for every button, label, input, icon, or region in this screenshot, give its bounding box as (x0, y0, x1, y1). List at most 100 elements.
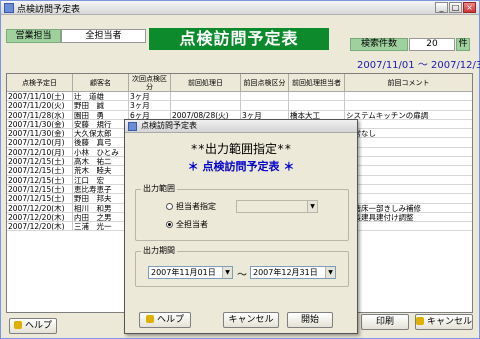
table-header: 点検予定日 顧客名 次回点検区分 前回処理日 前回点検区分 前回処理担当者 前回コメント (7, 74, 472, 92)
col-scheduled-date-cell: 2007/12/15(土) (7, 194, 73, 204)
col-customer-cell: 相川 和男 (73, 203, 129, 213)
dialog-title: 点検訪問予定表 (141, 121, 197, 130)
chevron-down-icon: ▼ (222, 267, 232, 278)
col-scheduled-date-cell: 2007/11/10(土) (7, 92, 73, 102)
col-customer-cell: 辻 道雄 (73, 92, 129, 102)
col-last-comment-cell (345, 194, 472, 204)
count-label: 検索件数 (350, 38, 408, 51)
sales-value: 全担当者 (61, 29, 146, 43)
output-range-legend: 出力範囲 (141, 183, 177, 194)
dialog-start-label: 開始 (300, 315, 319, 325)
date-to-value: 2007年12月31日 (253, 268, 318, 277)
col-last-date-header[interactable]: 前回処理日 (171, 74, 241, 92)
chevron-down-icon: ▼ (307, 201, 317, 212)
period-range: 2007/11/01 ～ 2007/12/31 (357, 60, 480, 71)
col-customer-cell: 荒木 睦夫 (73, 166, 129, 176)
col-last-staff-header[interactable]: 前回処理担当者 (289, 74, 345, 92)
radio-all[interactable]: 全担当者 (166, 219, 208, 230)
col-scheduled-date-cell: 2007/12/20(木) (7, 203, 73, 213)
range-dialog: 点検訪問予定表 **出力範囲指定** ＊ 点検訪問予定表 ＊ 出力範囲 担当者指… (124, 119, 358, 334)
col-last-date-cell (171, 101, 241, 111)
dialog-cancel-button[interactable]: キャンセル (223, 312, 279, 328)
window-title: 点検訪問予定表 (17, 5, 81, 15)
date-from-select[interactable]: 2007年11月01日 ▼ (148, 266, 233, 279)
col-customer-cell: 恵比寿恵子 (73, 184, 129, 195)
count-value: 20 (409, 38, 455, 51)
col-scheduled-date-cell: 2007/11/30(金) (7, 129, 73, 139)
dialog-start-button[interactable]: 開始 (287, 312, 333, 328)
radio-person[interactable]: 担当者指定 (166, 201, 216, 212)
col-customer-cell: 野田 誠 (73, 101, 129, 111)
dialog-heading: **出力範囲指定** (190, 142, 292, 156)
dialog-help-label: ヘルプ (156, 315, 184, 325)
col-scheduled-date-cell: 2007/12/20(木) (7, 212, 73, 223)
col-last-comment-cell: システムキッチンの扉調 (345, 111, 472, 120)
col-scheduled-date-cell: 2007/12/10(月) (7, 147, 73, 158)
radio-icon (166, 203, 173, 210)
col-last-comment-cell (345, 222, 472, 232)
radio-all-label: 全担当者 (176, 220, 208, 229)
print-button-label: 印刷 (375, 317, 394, 327)
col-customer-header[interactable]: 顧客名 (73, 74, 129, 92)
col-scheduled-date-cell: 2007/12/10(月) (7, 138, 73, 148)
col-customer-cell: 内田 之男 (73, 212, 129, 223)
col-last-comment-cell (345, 157, 472, 167)
table-row[interactable]: 2007/11/20(火) 野田 誠 3ヶ月 (7, 101, 472, 111)
close-icon[interactable]: × (463, 2, 476, 13)
col-last-comment-cell (345, 101, 472, 111)
col-next-type-cell: 3ヶ月 (129, 101, 171, 111)
col-next-type-cell: 3ヶ月 (129, 92, 171, 102)
cancel-button[interactable]: キャンセル (415, 314, 473, 330)
key-icon (145, 315, 154, 323)
col-last-comment-header[interactable]: 前回コメント (345, 74, 472, 92)
col-scheduled-date-header[interactable]: 点検予定日 (7, 74, 73, 92)
col-customer-cell: 安藤 規行 (73, 119, 129, 130)
col-last-comment-cell (345, 176, 472, 185)
date-from-value: 2007年11月01日 (151, 268, 216, 277)
dialog-subheading: ＊ 点検訪問予定表 ＊ (187, 160, 295, 173)
col-scheduled-date-cell: 2007/12/15(土) (7, 175, 73, 185)
radio-selected-icon (166, 221, 173, 228)
col-last-comment-cell: 木製建具建付け調整 (345, 213, 472, 223)
col-last-staff-cell (289, 101, 345, 111)
table-row[interactable]: 2007/11/10(土) 辻 道雄 3ヶ月 (7, 92, 472, 102)
col-scheduled-date-cell: 2007/12/15(土) (7, 184, 73, 195)
col-scheduled-date-cell: 2007/12/15(土) (7, 157, 73, 167)
date-to-select[interactable]: 2007年12月31日 ▼ (250, 266, 336, 279)
col-last-comment-cell: １階床一部きしみ補修 (345, 204, 472, 213)
output-period-group: 出力期間 2007年11月01日 ▼ 〜 2007年12月31日 ▼ (135, 245, 349, 287)
chevron-down-icon: ▼ (325, 267, 335, 278)
col-last-comment-cell (345, 148, 472, 158)
dialog-cancel-label: キャンセル (228, 315, 274, 325)
app-icon (4, 3, 14, 13)
col-customer-cell: 江口 宏 (73, 175, 129, 185)
col-customer-cell: 高木 祐二 (73, 157, 129, 167)
output-range-group: 出力範囲 担当者指定 ▼ 全担当者 (135, 183, 349, 241)
cancel-button-label: キャンセル (427, 317, 473, 327)
dialog-help-button[interactable]: ヘルプ (139, 312, 191, 328)
maximize-icon[interactable]: □ (449, 2, 462, 13)
help-button[interactable]: ヘルプ (9, 318, 57, 334)
col-next-type-header[interactable]: 次回点検区分 (129, 74, 171, 92)
col-last-date-cell (171, 92, 241, 102)
title-bar[interactable]: 点検訪問予定表 _ □ × (1, 1, 479, 15)
person-select[interactable]: ▼ (236, 200, 318, 213)
help-button-label: ヘルプ (24, 321, 52, 331)
key-icon (416, 317, 424, 325)
minimize-icon[interactable]: _ (435, 2, 448, 13)
col-last-type-cell (241, 92, 289, 102)
dialog-title-bar[interactable]: 点検訪問予定表 (125, 120, 357, 133)
radio-person-label: 担当者指定 (176, 202, 216, 211)
col-customer-cell: 後藤 真弓 (73, 138, 129, 148)
page-title: 点検訪問予定表 (149, 28, 329, 50)
print-button[interactable]: 印刷 (361, 314, 409, 330)
col-scheduled-date-cell: 2007/12/20(木) (7, 222, 73, 232)
col-customer-cell: 大久保太郎 (73, 129, 129, 139)
output-period-legend: 出力期間 (141, 245, 177, 256)
col-last-comment-cell (345, 92, 472, 102)
col-scheduled-date-cell: 2007/12/15(土) (7, 166, 73, 176)
col-scheduled-date-cell: 2007/11/30(金) (7, 119, 73, 130)
col-last-staff-cell (289, 92, 345, 102)
col-last-type-header[interactable]: 前回点検区分 (241, 74, 289, 92)
col-last-type-cell (241, 101, 289, 111)
